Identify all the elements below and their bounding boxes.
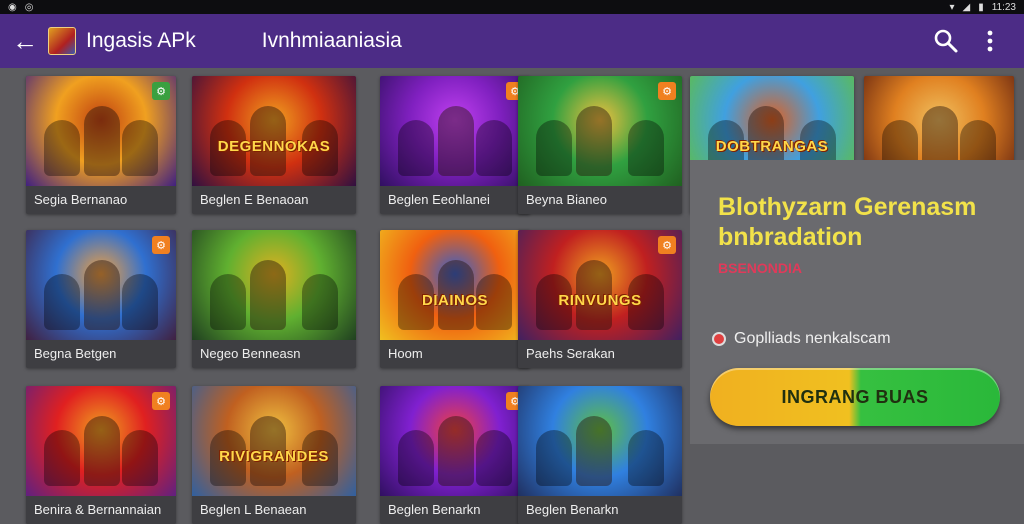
game-card-label: Beglen L Benaean (192, 496, 356, 524)
install-button[interactable]: INGRANG BUAS (710, 368, 1000, 426)
detail-meta-text: Goplliads nenkalscam (734, 330, 891, 347)
character-figure (576, 106, 612, 176)
game-logo: RIVIGRANDES (219, 448, 329, 465)
game-card[interactable]: DEGENNOKAS Beglen E Benaoan (192, 76, 356, 214)
game-logo: RINVUNGS (558, 292, 642, 309)
status-time: 11:23 (991, 1, 1016, 13)
game-card[interactable]: Beglen Benarkn (518, 386, 682, 524)
game-card[interactable]: ⚙ Benira & Bernannaian (26, 386, 176, 524)
character-figure (84, 260, 120, 330)
app-icon (48, 27, 76, 55)
game-card-label: Begna Betgen (26, 340, 176, 368)
game-card-label: Beglen Eeohlanei (380, 186, 530, 214)
character-figure (122, 430, 158, 486)
section-title: Ivnhmiaaniasia (261, 29, 402, 52)
character-figure (398, 120, 434, 176)
character-figure (210, 274, 246, 330)
record-icon (712, 332, 726, 346)
game-card-label: Segia Bernanao (26, 186, 176, 214)
game-card[interactable]: ⚙ Begna Betgen (26, 230, 176, 368)
game-thumbnail (192, 230, 356, 340)
signal-icon: ◢ (962, 1, 971, 13)
character-figure (122, 274, 158, 330)
game-card-label: Beglen E Benaoan (192, 186, 356, 214)
character-figure (44, 120, 80, 176)
character-figure (476, 120, 512, 176)
character-figure (84, 416, 120, 486)
app-bar: ← Ingasis APk Ivnhmiaaniasia (0, 14, 1024, 68)
character-figure (536, 430, 572, 486)
status-bar: ◉ ◎ ▾ ◢ ▮ 11:23 (0, 0, 1024, 14)
app-name: Ingasis APk (86, 29, 196, 52)
character-figure (84, 106, 120, 176)
more-options-icon[interactable] (968, 19, 1012, 63)
game-card-label: Paehs Serakan (518, 340, 682, 368)
game-logo: DIAINOS (421, 292, 489, 309)
badge-icon: ⚙ (152, 392, 170, 410)
game-card[interactable]: RIVIGRANDES Beglen L Benaean (192, 386, 356, 524)
back-arrow-icon[interactable]: ← (12, 26, 44, 57)
badge-icon: ⚙ (658, 82, 676, 100)
game-card-label: Negeo Benneasn (192, 340, 356, 368)
character-figure (44, 274, 80, 330)
game-card[interactable]: ⚙ Beyna Bianeo (518, 76, 682, 214)
game-card[interactable]: Negeo Benneasn (192, 230, 356, 368)
detail-panel: Blothyzarn Gerenasm bnbradation BSENONDI… (690, 160, 1024, 444)
game-thumbnail: DIAINOS (380, 230, 530, 340)
character-figure (536, 120, 572, 176)
search-icon[interactable] (924, 19, 968, 63)
detail-meta: Goplliads nenkalscam (712, 330, 891, 348)
notification-icon-2: ◎ (24, 1, 34, 13)
game-logo: DEGENNOKAS (217, 138, 331, 155)
character-figure (476, 430, 512, 486)
game-card[interactable]: ⚙ Beglen Eeohlanei (380, 76, 530, 214)
game-card-label: Hoom (380, 340, 530, 368)
character-figure (438, 106, 474, 176)
character-figure (302, 274, 338, 330)
character-figure (576, 416, 612, 486)
game-card[interactable]: RINVUNGS ⚙ Paehs Serakan (518, 230, 682, 368)
character-figure (628, 120, 664, 176)
notification-icon: ◉ (8, 1, 17, 13)
game-card-label: Beyna Bianeo (518, 186, 682, 214)
character-figure (44, 430, 80, 486)
game-card[interactable]: DIAINOS Hoom (380, 230, 530, 368)
detail-tag: BSENONDIA (718, 260, 803, 276)
character-figure (398, 430, 434, 486)
badge-icon: ⚙ (658, 236, 676, 254)
wifi-icon: ▾ (949, 1, 955, 13)
game-card-label: Benira & Bernannaian (26, 496, 176, 524)
character-figure (628, 430, 664, 486)
badge-icon: ⚙ (152, 236, 170, 254)
detail-title: Blothyzarn Gerenasm bnbradation (718, 193, 977, 251)
game-card-label: Beglen Benarkn (380, 496, 530, 524)
game-card[interactable]: ⚙ Segia Bernanao (26, 76, 176, 214)
character-figure (250, 260, 286, 330)
game-card-label: Beglen Benarkn (518, 496, 682, 524)
game-thumbnail (518, 386, 682, 496)
character-figure (122, 120, 158, 176)
game-card[interactable]: ⚙ Beglen Benarkn (380, 386, 530, 524)
badge-icon: ⚙ (152, 82, 170, 100)
game-logo: DOBTRANGAS (715, 138, 829, 155)
battery-icon: ▮ (978, 1, 984, 13)
game-thumbnail: DEGENNOKAS (192, 76, 356, 186)
character-figure (438, 416, 474, 486)
game-thumbnail: RIVIGRANDES (192, 386, 356, 496)
